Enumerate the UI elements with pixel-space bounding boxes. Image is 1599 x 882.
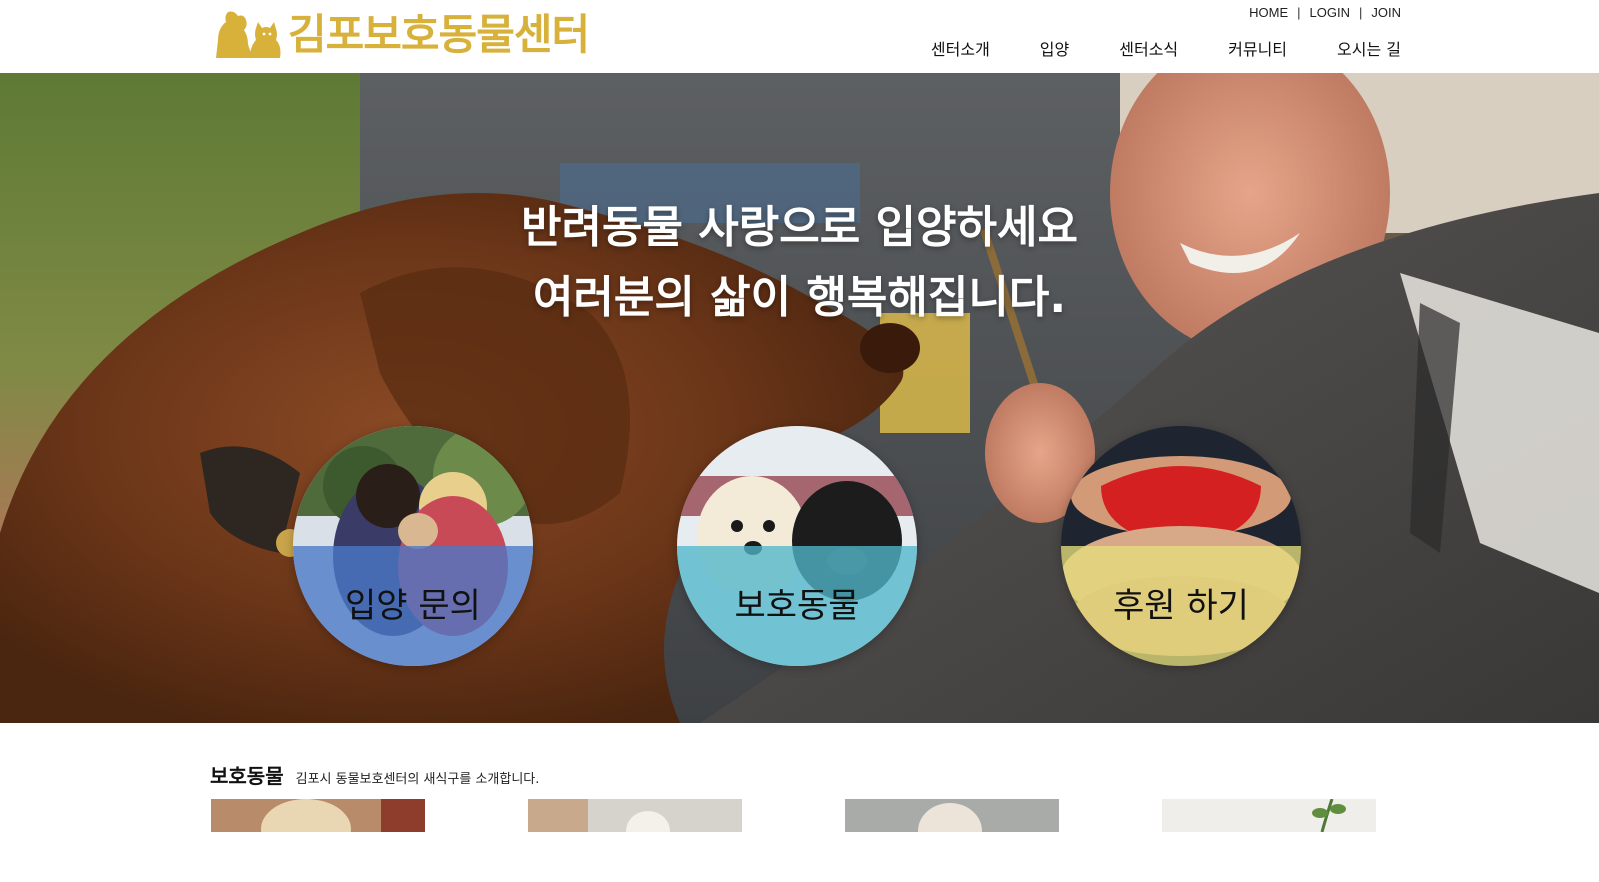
animal-thumbnail[interactable]	[211, 799, 425, 832]
nav-item-community[interactable]: 커뮤니티	[1228, 36, 1287, 60]
curly-dog-photo	[845, 799, 1059, 832]
animal-thumbnail-list	[211, 799, 1377, 832]
adoption-inquiry-button[interactable]: 입양 문의	[293, 426, 533, 666]
divider: |	[1358, 5, 1363, 20]
donation-label: 후원 하기	[1113, 586, 1249, 626]
home-link[interactable]: HOME	[1249, 5, 1288, 20]
site-header: 김포보호동물센터 HOME | LOGIN | JOIN 센터소개 입양 센터소…	[0, 0, 1599, 73]
site-logo[interactable]: 김포보호동물센터	[214, 10, 590, 60]
protected-animals-button[interactable]: 보호동물	[677, 426, 917, 666]
donation-button[interactable]: 후원 하기	[1061, 426, 1301, 666]
plant-photo	[1162, 799, 1376, 832]
protected-animals-label: 보호동물	[734, 586, 860, 626]
divider: |	[1297, 5, 1301, 20]
hero-headline-line1: 반려동물 사랑으로 입양하세요	[521, 202, 1078, 253]
hero-banner: 반려동물 사랑으로 입양하세요 여러분의 삶이 행복해집니다. 입양 문의 보호…	[0, 73, 1599, 723]
nav-item-adoption[interactable]: 입양	[1040, 36, 1069, 60]
adoption-inquiry-label: 입양 문의	[345, 586, 481, 626]
section-header: 보호동물 김포시 동물보호센터의 새식구를 소개합니다.	[210, 760, 539, 789]
logo-text: 김포보호동물센터	[288, 10, 590, 59]
utility-links: HOME | LOGIN | JOIN	[1249, 5, 1401, 20]
dog-cat-silhouette-icon	[216, 11, 281, 58]
section-title: 보호동물	[210, 764, 284, 788]
hero-headline-line2: 여러분의 삶이 행복해집니다.	[532, 272, 1067, 323]
nav-item-news[interactable]: 센터소식	[1119, 36, 1178, 60]
join-link[interactable]: JOIN	[1371, 5, 1401, 20]
nav-item-center-intro[interactable]: 센터소개	[931, 36, 990, 60]
animal-thumbnail[interactable]	[845, 799, 1059, 832]
login-link[interactable]: LOGIN	[1310, 5, 1350, 20]
section-description: 김포시 동물보호센터의 새식구를 소개합니다.	[295, 772, 540, 787]
animal-thumbnail[interactable]	[1162, 799, 1376, 832]
white-dog-photo	[528, 799, 742, 832]
golden-dog-photo	[211, 799, 425, 832]
main-nav: 센터소개 입양 센터소식 커뮤니티 오시는 길	[931, 36, 1401, 60]
hero-headline: 반려동물 사랑으로 입양하세요 여러분의 삶이 행복해집니다.	[0, 193, 1599, 333]
nav-item-directions[interactable]: 오시는 길	[1337, 36, 1401, 60]
animal-thumbnail[interactable]	[528, 799, 742, 832]
